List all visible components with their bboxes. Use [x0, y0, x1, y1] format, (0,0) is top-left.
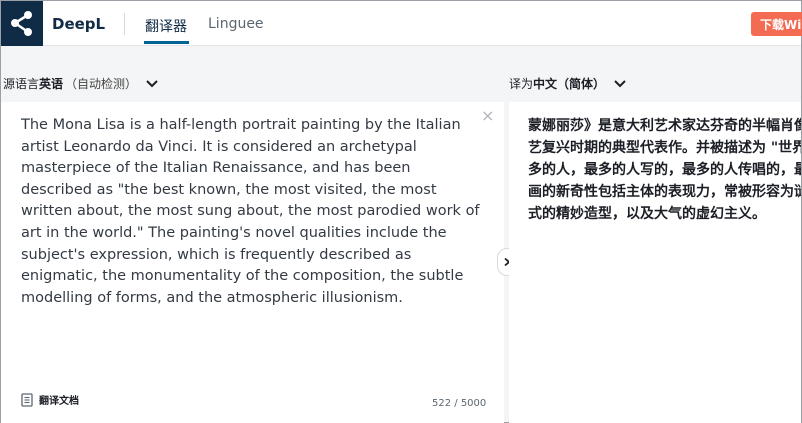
- source-language-name: 英语: [39, 77, 64, 91]
- tab-linguee[interactable]: Linguee: [208, 16, 264, 32]
- chevron-down-icon: [146, 79, 158, 87]
- translation-line: 蒙娜丽莎》是意大利艺术家达芬奇的半幅肖像: [528, 118, 801, 134]
- target-language-prefix: 译为: [509, 77, 534, 91]
- header: DeepL 翻译器 Linguee 下载Wi: [1, 1, 802, 46]
- chevron-down-icon: [614, 79, 626, 87]
- translate-document-button[interactable]: 翻译文档: [21, 392, 79, 407]
- character-count: 522 / 5000: [432, 398, 487, 409]
- translation-output[interactable]: 蒙娜丽莎》是意大利艺术家达芬奇的半幅肖像 艺复兴时期的典型代表作。并被描述为 "…: [528, 115, 801, 225]
- document-icon: [21, 392, 33, 407]
- tab-translator[interactable]: 翻译器: [145, 16, 187, 36]
- target-language-name: 中文（简体）: [533, 77, 606, 91]
- translation-line: 艺复兴时期的典型代表作。并被描述为 "世界: [528, 140, 801, 156]
- translate-document-label: 翻译文档: [39, 396, 79, 407]
- translation-line: 式的精妙造型，以及大气的虚幻主义。: [528, 206, 766, 222]
- source-text-input[interactable]: The Mona Lisa is a half-length portrait …: [21, 115, 486, 309]
- active-tab-indicator: [144, 41, 189, 44]
- source-text-panel[interactable]: The Mona Lisa is a half-length portrait …: [1, 102, 504, 423]
- source-language-selector[interactable]: 源语言 英语 （自动检测）: [3, 75, 159, 92]
- close-icon[interactable]: ×: [481, 106, 494, 125]
- deepl-share-icon: [11, 11, 32, 36]
- target-language-selector[interactable]: 译为 中文（简体）: [509, 75, 627, 92]
- translation-line: 多的人，最多的人写的，最多的人传唱的，最: [528, 162, 801, 178]
- brand-name: DeepL: [52, 15, 106, 33]
- auto-detect-label: （自动检测）: [65, 77, 138, 91]
- header-divider: [124, 13, 125, 35]
- deepl-logo[interactable]: [1, 1, 43, 46]
- target-text-panel: 蒙娜丽莎》是意大利艺术家达芬奇的半幅肖像 艺复兴时期的典型代表作。并被描述为 "…: [509, 102, 801, 423]
- translation-line: 画的新奇性包括主体的表现力，常被形容为谜: [528, 184, 801, 200]
- source-language-prefix: 源语言: [3, 77, 40, 91]
- download-button[interactable]: 下载Wi: [751, 12, 802, 36]
